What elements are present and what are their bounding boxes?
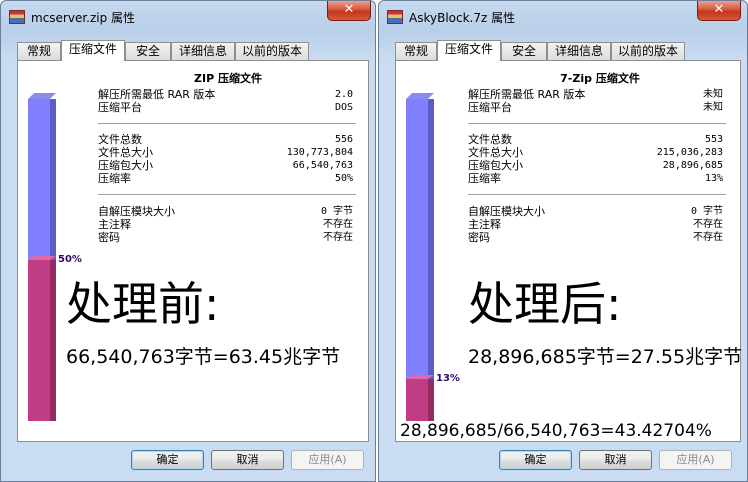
- info-row: 文件总数 556: [98, 133, 353, 146]
- compression-ratio-gauge: [28, 93, 56, 421]
- winrar-archive-icon: [9, 10, 25, 24]
- winrar-archive-icon: [387, 10, 403, 24]
- info-row: 压缩率 13%: [468, 172, 723, 185]
- title-bar[interactable]: AskyBlock.7z 属性: [379, 1, 747, 31]
- compression-ratio-gauge: [406, 93, 434, 421]
- info-row: 压缩包大小 28,896,685: [468, 159, 723, 172]
- info-row: 密码 不存在: [468, 231, 723, 244]
- info-row: 密码 不存在: [98, 231, 353, 244]
- tab-previous-versions[interactable]: 以前的版本: [235, 42, 309, 60]
- info-row: 文件总大小 130,773,804: [98, 146, 353, 159]
- tab-security[interactable]: 安全: [125, 42, 171, 60]
- info-row: 自解压模块大小 0 字节: [468, 205, 723, 218]
- tab-details[interactable]: 详细信息: [547, 42, 611, 60]
- close-button[interactable]: ✕: [327, 1, 371, 21]
- separator: [468, 194, 726, 195]
- tab-details[interactable]: 详细信息: [171, 42, 235, 60]
- archive-panel: 13% 7-Zip 压缩文件 解压所需最低 RAR 版本 未知 压缩平台 未知 文件…: [395, 60, 743, 442]
- separator: [98, 123, 356, 124]
- properties-window-askyblock: AskyBlock.7z 属性 ✕ 常规 压缩文件 安全 详细信息 以前的版本 …: [378, 0, 748, 482]
- ratio-calculation-text: 28,896,685/66,540,763=43.42704%: [400, 421, 712, 441]
- title-bar[interactable]: mcserver.zip 属性: [1, 1, 375, 31]
- info-row: 主注释 不存在: [468, 218, 723, 231]
- apply-button[interactable]: 应用(A): [659, 450, 732, 470]
- info-row: 主注释 不存在: [98, 218, 353, 231]
- tab-strip: 常规 压缩文件 安全 详细信息 以前的版本: [17, 40, 367, 61]
- ok-button[interactable]: 确定: [499, 450, 572, 470]
- tab-archive[interactable]: 压缩文件: [61, 40, 125, 61]
- tab-security[interactable]: 安全: [501, 42, 547, 60]
- tab-general[interactable]: 常规: [395, 42, 437, 60]
- separator: [468, 123, 726, 124]
- before-caption: 处理前:: [66, 277, 220, 331]
- info-row: 压缩平台 未知: [468, 101, 723, 114]
- apply-button[interactable]: 应用(A): [291, 450, 364, 470]
- info-row: 解压所需最低 RAR 版本 未知: [468, 88, 723, 101]
- before-size-text: 66,540,763字节=63.45兆字节: [66, 346, 341, 368]
- info-row: 文件总大小 215,036,283: [468, 146, 723, 159]
- tab-previous-versions[interactable]: 以前的版本: [611, 42, 685, 60]
- cancel-button[interactable]: 取消: [579, 450, 652, 470]
- after-size-text: 28,896,685字节=27.55兆字节: [468, 346, 743, 368]
- info-row: 压缩包大小 66,540,763: [98, 159, 353, 172]
- archive-type-title: ZIP 压缩文件: [194, 72, 262, 85]
- info-row: 解压所需最低 RAR 版本 2.0: [98, 88, 353, 101]
- compression-ratio-label: 13%: [436, 373, 460, 384]
- properties-window-mcserver: mcserver.zip 属性 ✕ 常规 压缩文件 安全 详细信息 以前的版本 …: [0, 0, 376, 482]
- after-caption: 处理后:: [468, 277, 622, 331]
- tab-strip: 常规 压缩文件 安全 详细信息 以前的版本: [395, 40, 739, 61]
- compression-ratio-label: 50%: [58, 254, 82, 265]
- info-row: 压缩平台 DOS: [98, 101, 353, 114]
- tab-archive[interactable]: 压缩文件: [437, 40, 501, 61]
- cancel-button[interactable]: 取消: [211, 450, 284, 470]
- close-button[interactable]: ✕: [697, 1, 741, 21]
- tab-general[interactable]: 常规: [17, 42, 61, 60]
- window-title: AskyBlock.7z 属性: [409, 11, 516, 25]
- archive-panel: 50% ZIP 压缩文件 解压所需最低 RAR 版本 2.0 压缩平台 DOS 文件…: [17, 60, 369, 442]
- info-row: 文件总数 553: [468, 133, 723, 146]
- info-row: 压缩率 50%: [98, 172, 353, 185]
- ok-button[interactable]: 确定: [131, 450, 204, 470]
- window-title: mcserver.zip 属性: [31, 11, 136, 25]
- archive-type-title: 7-Zip 压缩文件: [560, 72, 640, 85]
- info-row: 自解压模块大小 0 字节: [98, 205, 353, 218]
- separator: [98, 194, 356, 195]
